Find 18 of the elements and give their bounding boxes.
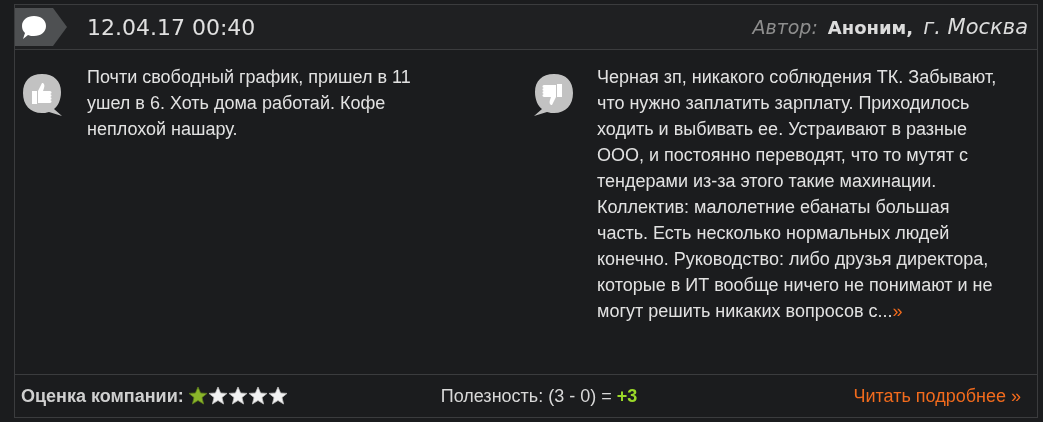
star-icon: [248, 386, 268, 405]
author-name: Аноним,: [827, 17, 914, 38]
star-icon: [268, 386, 288, 405]
usefulness-label: Полезность: (3 - 0) =: [440, 385, 612, 407]
pros-text: Почти свободный график, пришел в 11 ушел в 6. Хоть дома работай. Кофе неплохой нашару.: [87, 66, 412, 141]
star-icon: [228, 386, 248, 405]
more-link[interactable]: »: [892, 301, 903, 321]
cons-text: Черная зп, никакого соблюдения ТК. Забывают, что нужно заплатить зарплату. Приходилось ходить и выбивать ее. Устраивают в разные ООО, и постоянно переводят, что то мутят с тендерами из-за этого такие махинации. Коллектив: малолетние ебанаты большая часть. Есть несколько нормальных людей конечно. Руководство: либо друзья директора, которые в ИТ вообще ничего не понимают и не могут решить никаких вопросов с...»: [597, 66, 998, 323]
author-city: г. Москва: [923, 15, 1028, 39]
usefulness-score: +3: [616, 385, 638, 407]
read-more-link[interactable]: Читать подробнее »: [853, 385, 1021, 407]
rating-label: Оценка компании:: [21, 385, 184, 407]
star-icon: [188, 386, 208, 405]
star-icon: [208, 386, 228, 405]
chat-icon: [15, 8, 53, 46]
arrow-icon: [53, 8, 67, 46]
author-label: Автор:: [752, 16, 818, 38]
review-date: 12.04.17 00:40: [87, 14, 256, 40]
